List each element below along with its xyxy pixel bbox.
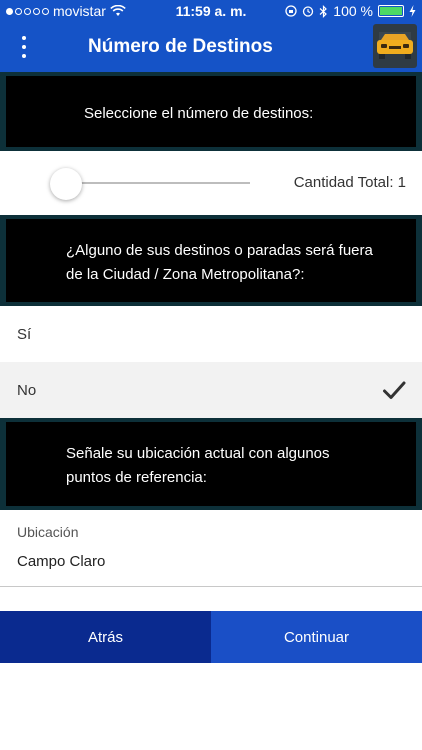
battery-icon (378, 5, 404, 17)
rotation-lock-icon (285, 5, 297, 17)
option-no[interactable]: No (0, 362, 422, 418)
option-si[interactable]: Sí (0, 306, 422, 362)
location-prompt-line2: puntos de referencia: (66, 469, 207, 486)
outside-city-banner: ¿Alguno de sus destinos o paradas será f… (0, 215, 422, 306)
status-right: 100 % (285, 3, 416, 19)
taxi-icon[interactable] (373, 24, 417, 68)
battery-percent: 100 % (333, 3, 373, 19)
page-title: Número de Destinos (88, 36, 273, 57)
status-bar: movistar 11:59 a. m. 100 % (0, 0, 422, 22)
location-input[interactable]: Campo Claro (17, 553, 105, 570)
location-banner: Señale su ubicación actual con algunos p… (0, 418, 422, 510)
field-underline (0, 586, 422, 587)
charging-icon (409, 5, 416, 17)
bluetooth-icon (319, 4, 328, 18)
continue-button[interactable]: Continuar (211, 611, 422, 663)
location-field-label: Ubicación (17, 524, 79, 540)
option-label: No (17, 382, 37, 399)
option-label: Sí (17, 326, 32, 343)
outside-city-prompt-line2: de la Ciudad / Zona Metropolitana?: (66, 266, 305, 283)
destinations-prompt: Seleccione el número de destinos: (84, 105, 314, 122)
total-quantity: Cantidad Total: 1 (293, 174, 406, 191)
location-prompt-line1: Señale su ubicación actual con algunos (66, 445, 330, 462)
destinations-banner: Seleccione el número de destinos: (0, 72, 422, 151)
checkmark-icon (383, 381, 406, 399)
more-vertical-icon[interactable] (16, 36, 32, 58)
alarm-icon (303, 6, 314, 17)
outside-city-prompt-line1: ¿Alguno de sus destinos o paradas será f… (66, 242, 373, 259)
location-field[interactable]: Ubicación Campo Claro (0, 510, 422, 588)
slider-thumb[interactable] (50, 168, 82, 200)
back-button[interactable]: Atrás (0, 611, 211, 663)
app-bar: Número de Destinos (0, 22, 422, 72)
slider-track[interactable] (66, 182, 250, 184)
